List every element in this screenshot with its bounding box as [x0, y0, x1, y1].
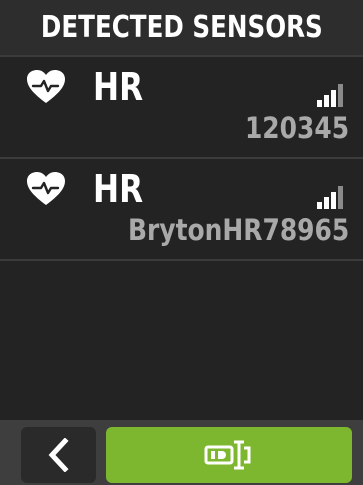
heart-rate-icon: [27, 70, 65, 103]
footer-bar: [0, 420, 363, 485]
sensor-item[interactable]: HR BrytonHR78965: [0, 159, 363, 261]
sensor-type-label: HR: [93, 65, 144, 109]
signal-strength-icon: [317, 84, 343, 107]
heart-rate-icon: [27, 172, 65, 205]
sensor-id-label: 120345: [244, 111, 349, 145]
sensor-id-label: BrytonHR78965: [127, 213, 349, 247]
detected-sensors-screen: DETECTED SENSORS HR 120345 HR BrytonHR78…: [0, 0, 363, 485]
back-button[interactable]: [21, 427, 96, 483]
sensor-item[interactable]: HR 120345: [0, 57, 363, 159]
signal-strength-icon: [317, 186, 343, 209]
sensor-type-label: HR: [93, 167, 144, 211]
chevron-left-icon: [48, 438, 69, 472]
sensor-id-button[interactable]: [106, 427, 352, 483]
header-bar: DETECTED SENSORS: [0, 0, 363, 57]
sensor-id-icon: [204, 440, 251, 470]
sensor-list: HR 120345 HR BrytonHR78965: [0, 57, 363, 261]
page-title: DETECTED SENSORS: [40, 10, 323, 45]
